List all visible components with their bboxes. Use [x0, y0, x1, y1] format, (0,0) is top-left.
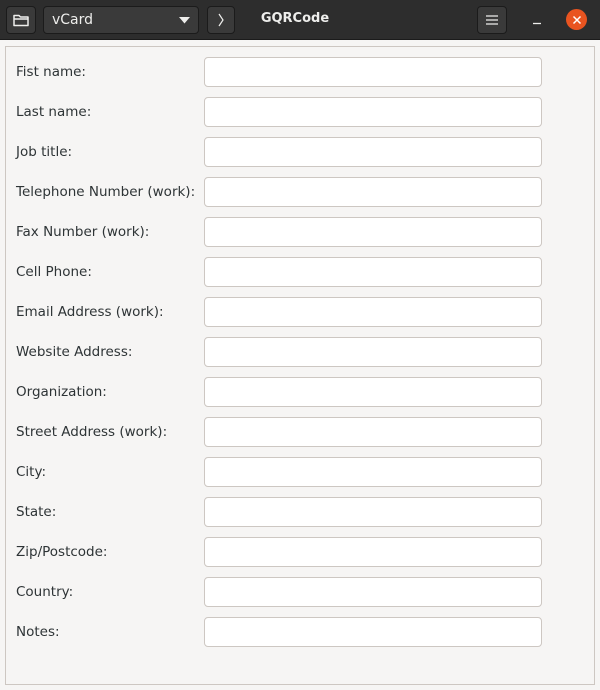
website-input[interactable]	[204, 337, 542, 367]
minimize-icon	[533, 22, 541, 25]
form-row-notes: Notes:	[6, 617, 594, 647]
vcard-form: Fist name: Last name: Job title: Telepho…	[5, 46, 595, 685]
open-button[interactable]	[6, 6, 36, 34]
job-title-label: Job title:	[16, 144, 73, 160]
job-title-input[interactable]	[204, 137, 542, 167]
mode-selector-dropdown[interactable]: vCard	[43, 6, 199, 34]
fax-work-label: Fax Number (work):	[16, 224, 150, 240]
last-name-input[interactable]	[204, 97, 542, 127]
form-row-organization: Organization:	[6, 377, 594, 407]
last-name-label: Last name:	[16, 104, 92, 120]
form-row-zip-postcode: Zip/Postcode:	[6, 537, 594, 567]
first-name-label: Fist name:	[16, 64, 86, 80]
form-row-street-address-work: Street Address (work):	[6, 417, 594, 447]
email-work-label: Email Address (work):	[16, 304, 164, 320]
folder-open-icon	[13, 14, 29, 27]
state-input[interactable]	[204, 497, 542, 527]
close-button[interactable]	[566, 9, 587, 30]
city-input[interactable]	[204, 457, 542, 487]
website-label: Website Address:	[16, 344, 133, 360]
form-row-website: Website Address:	[6, 337, 594, 367]
form-row-job-title: Job title:	[6, 137, 594, 167]
organization-label: Organization:	[16, 384, 107, 400]
form-row-fax-work: Fax Number (work):	[6, 217, 594, 247]
country-label: Country:	[16, 584, 74, 600]
form-row-email-work: Email Address (work):	[6, 297, 594, 327]
telephone-work-label: Telephone Number (work):	[16, 184, 196, 200]
mode-selector-value: vCard	[52, 12, 94, 28]
window-title: GQRCode	[260, 11, 330, 26]
fax-work-input[interactable]	[204, 217, 542, 247]
form-row-country: Country:	[6, 577, 594, 607]
cell-phone-input[interactable]	[204, 257, 542, 287]
state-label: State:	[16, 504, 57, 520]
street-address-work-label: Street Address (work):	[16, 424, 168, 440]
notes-input[interactable]	[204, 617, 542, 647]
hamburger-menu-icon	[486, 15, 498, 25]
notes-label: Notes:	[16, 624, 60, 640]
header-bar: vCard GQRCode	[0, 0, 600, 40]
form-row-last-name: Last name:	[6, 97, 594, 127]
close-icon	[572, 15, 581, 24]
chevron-right-icon	[218, 13, 224, 27]
first-name-input[interactable]	[204, 57, 542, 87]
form-row-first-name: Fist name:	[6, 57, 594, 87]
form-row-state: State:	[6, 497, 594, 527]
app-window: vCard GQRCode Fist name: Last name: Job …	[0, 0, 600, 690]
form-row-cell-phone: Cell Phone:	[6, 257, 594, 287]
form-row-telephone-work: Telephone Number (work):	[6, 177, 594, 207]
city-label: City:	[16, 464, 47, 480]
country-input[interactable]	[204, 577, 542, 607]
zip-postcode-input[interactable]	[204, 537, 542, 567]
street-address-work-input[interactable]	[204, 417, 542, 447]
chevron-down-icon	[179, 16, 190, 23]
cell-phone-label: Cell Phone:	[16, 264, 92, 280]
form-row-city: City:	[6, 457, 594, 487]
minimize-button[interactable]	[526, 9, 548, 31]
menu-button[interactable]	[477, 6, 507, 34]
zip-postcode-label: Zip/Postcode:	[16, 544, 108, 560]
organization-input[interactable]	[204, 377, 542, 407]
telephone-work-input[interactable]	[204, 177, 542, 207]
email-work-input[interactable]	[204, 297, 542, 327]
